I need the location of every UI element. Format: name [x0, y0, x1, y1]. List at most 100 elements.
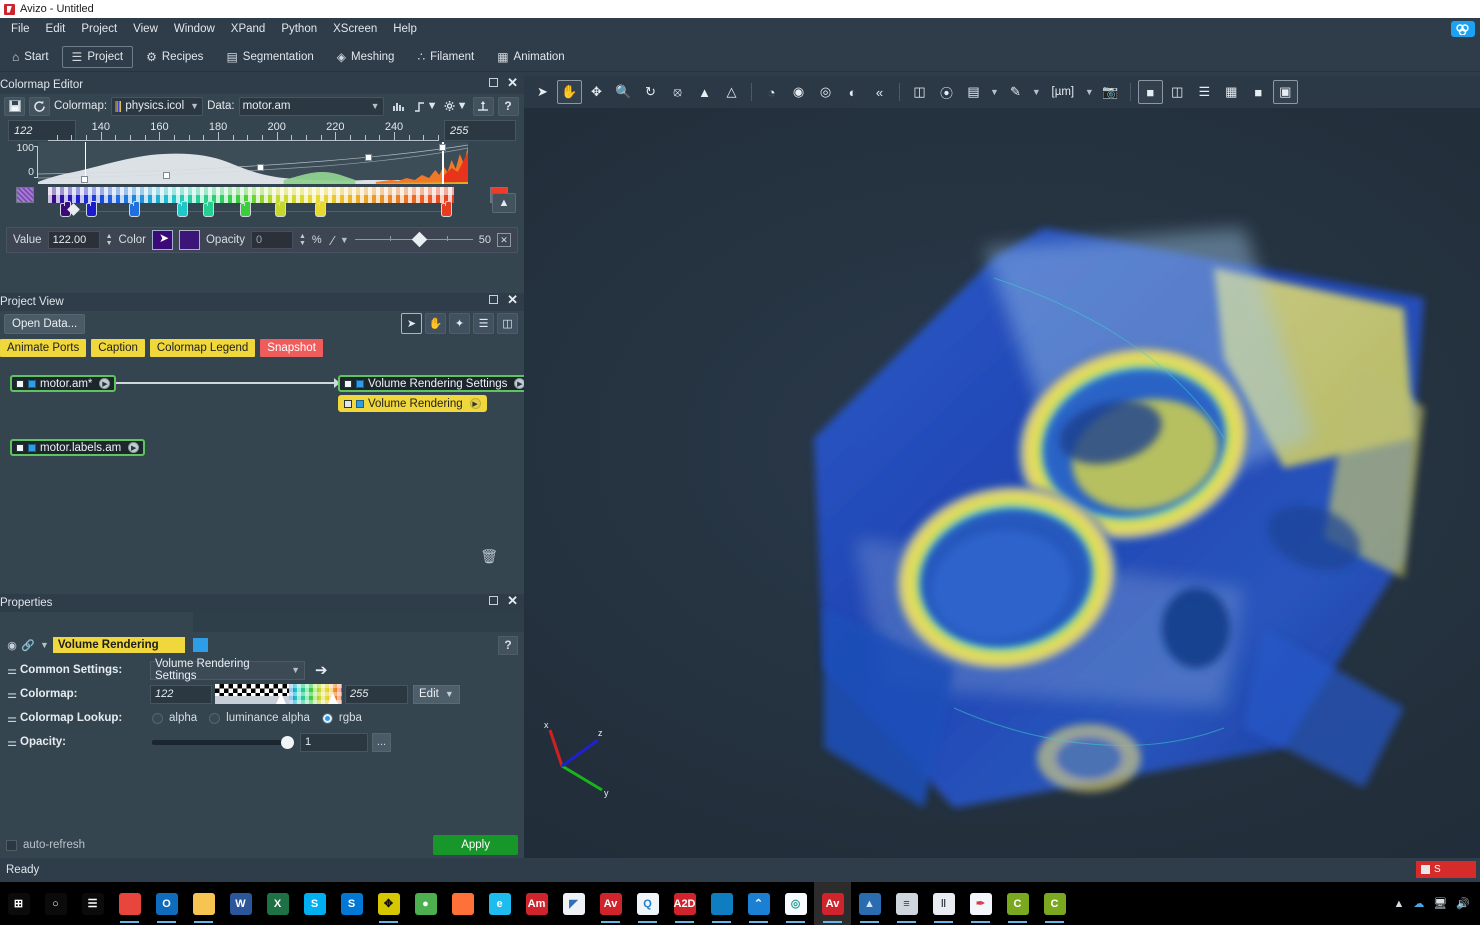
menu-item-python[interactable]: Python [273, 21, 325, 37]
taskbar-task-view[interactable]: ☰ [74, 882, 111, 925]
layout-stacked-icon[interactable]: ■ [1246, 80, 1271, 104]
opacity-slider[interactable] [152, 735, 294, 749]
workbench-tab-start[interactable]: ⌂ Start [2, 46, 59, 68]
taskbar-citavi-2[interactable]: C [1036, 882, 1073, 925]
range-max-input[interactable]: 255 [444, 120, 516, 141]
taskbar-skype-business[interactable]: S [333, 882, 370, 925]
refresh-icon[interactable] [29, 96, 50, 116]
view-axis-x-icon[interactable]: ◉ [786, 80, 811, 104]
network-icon[interactable]: 🖥 [1433, 897, 1447, 910]
data-select[interactable]: motor.am ▼ [238, 96, 384, 116]
trash-icon[interactable]: 🗑 [480, 548, 498, 565]
node-color-icon[interactable] [28, 379, 36, 388]
node-color-icon[interactable] [28, 443, 36, 452]
menu-item-xscreen[interactable]: XScreen [325, 21, 385, 37]
view-all-icon[interactable]: ◔ [759, 80, 784, 104]
sound-icon[interactable]: 🔊 [1456, 897, 1470, 910]
set-home-icon[interactable]: △ [719, 80, 744, 104]
value-stepper[interactable]: ▲ ▼ [106, 233, 113, 247]
colormap-min-input[interactable]: 122 [150, 684, 212, 704]
colormap-preview-bar[interactable] [215, 684, 342, 704]
taskbar-firefox[interactable] [444, 882, 481, 925]
project-chip-caption[interactable]: Caption [91, 339, 145, 357]
taskbar-chrome[interactable] [111, 882, 148, 925]
control-point[interactable] [439, 144, 447, 151]
help-icon[interactable]: ? [497, 96, 519, 116]
menu-item-help[interactable]: Help [385, 21, 425, 37]
taskbar-file-explorer[interactable] [185, 882, 222, 925]
arrow-right-icon[interactable]: ➔ [315, 661, 328, 679]
home-icon[interactable]: ▲ [692, 80, 717, 104]
save-icon[interactable] [4, 96, 25, 116]
view-axis-z-icon[interactable]: ◐ [840, 80, 865, 104]
taskbar-autodesk[interactable]: ◎ [777, 882, 814, 925]
taskbar-outlook[interactable]: O [148, 882, 185, 925]
layout-quad-icon[interactable]: ▦ [1219, 80, 1244, 104]
taskbar-skype[interactable]: S [296, 882, 333, 925]
maximize-icon[interactable] [489, 596, 499, 605]
pin-icon[interactable]: ⚌ [4, 736, 20, 749]
radio-alpha[interactable] [152, 712, 163, 724]
project-chip-animate-ports[interactable]: Animate Ports [0, 339, 87, 357]
3d-viewport[interactable]: x y z [524, 108, 1480, 858]
cloud-connect-icon[interactable] [1451, 21, 1475, 37]
node-toggle-icon[interactable] [344, 399, 352, 408]
link-icon[interactable]: 🔗 [20, 639, 36, 652]
step-function-icon[interactable]: ▼ [413, 97, 439, 116]
onedrive-icon[interactable]: ☁ [1413, 897, 1424, 910]
taskbar-pero[interactable]: Q [629, 882, 666, 925]
taskbar-avizo-active[interactable]: Av [814, 882, 851, 925]
graph-node[interactable]: motor.am* ▶ [10, 375, 117, 392]
module-color-swatch[interactable] [192, 638, 208, 652]
taskbar-notes[interactable]: ≡ [888, 882, 925, 925]
module-name-field[interactable]: Volume Rendering [52, 637, 185, 653]
chevron-down-icon[interactable]: ▼ [36, 640, 53, 650]
gear-icon[interactable]: ▼ [443, 97, 469, 116]
picking-icon[interactable]: ⦿ [934, 80, 959, 104]
delete-point-icon[interactable]: ✕ [497, 233, 511, 247]
workbench-tab-filament[interactable]: ∴ Filament [407, 46, 484, 68]
project-chip-colormap-legend[interactable]: Colormap Legend [149, 339, 256, 357]
colormap-max-input[interactable]: 255 [345, 684, 408, 704]
color-swatch-secondary[interactable] [178, 230, 200, 250]
visibility-icon[interactable]: ◉ [4, 639, 20, 652]
close-icon[interactable]: ✕ [507, 293, 518, 306]
taskbar-word[interactable]: W [222, 882, 259, 925]
node-color-icon[interactable] [356, 399, 364, 408]
colormap-marker[interactable] [128, 201, 140, 217]
taskbar-photos[interactable]: ▲ [851, 882, 888, 925]
opacity-input[interactable]: 0 [250, 231, 293, 249]
node-color-icon[interactable] [356, 379, 364, 388]
taskbar-reader[interactable]: ‖ [925, 882, 962, 925]
stereo-icon[interactable]: ◫ [907, 80, 932, 104]
workbench-tab-segmentation[interactable]: ▤ Segmentation [216, 46, 323, 68]
view-axis-y-icon[interactable]: ◎ [813, 80, 838, 104]
rotate-icon[interactable]: ↻ [638, 80, 663, 104]
colormap-marker[interactable] [203, 201, 215, 217]
connect-icon[interactable]: ✦ [449, 313, 470, 334]
maximize-icon[interactable] [489, 295, 499, 304]
pin-icon[interactable]: ⚌ [4, 664, 20, 677]
radio-luminance-alpha[interactable] [209, 712, 221, 724]
colormap-edit-button[interactable]: Edit ▼ [413, 684, 460, 704]
chevron-up-icon[interactable]: ▲ [1393, 898, 1404, 910]
colormap-marker[interactable] [441, 201, 452, 217]
taskbar-cortana-search[interactable]: ○ [37, 882, 74, 925]
select-arrow-icon[interactable]: ➤ [401, 313, 422, 334]
gradient-start-swatch[interactable] [16, 187, 34, 203]
pan-hand-icon[interactable]: ✋ [425, 313, 446, 334]
control-point[interactable] [162, 172, 170, 179]
workbench-tab-meshing[interactable]: ◈ Meshing [327, 46, 405, 68]
prev-view-icon[interactable]: « [867, 80, 892, 104]
menu-item-project[interactable]: Project [73, 21, 125, 37]
control-point[interactable] [364, 154, 372, 161]
opacity-slider[interactable] [354, 231, 473, 248]
radio-rgba[interactable] [321, 712, 333, 724]
opacity-slider-handle[interactable] [281, 736, 294, 749]
layout-two-horizontal-icon[interactable]: ☰ [1192, 80, 1217, 104]
layout-framed-icon[interactable]: ▣ [1272, 80, 1298, 104]
colormap-marker[interactable] [177, 201, 189, 217]
histogram-plot[interactable] [38, 142, 468, 184]
taskbar-wechat[interactable]: ● [407, 882, 444, 925]
taskbar-avizo-2[interactable]: Av [592, 882, 629, 925]
